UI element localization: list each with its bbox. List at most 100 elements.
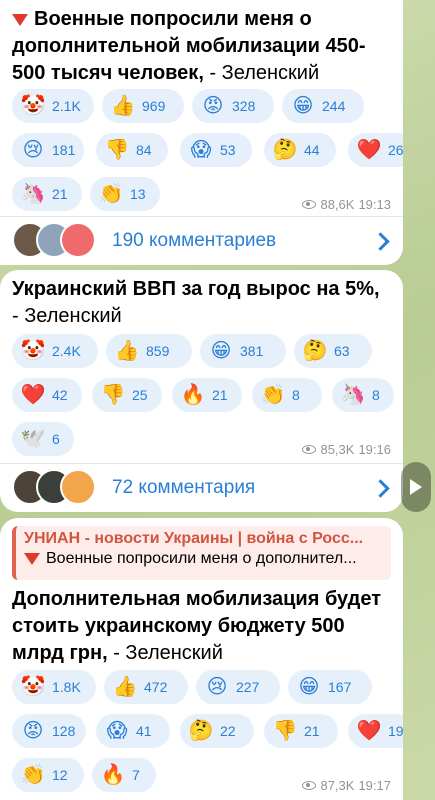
reaction-button[interactable]: 👎 21 [264, 714, 338, 748]
reaction-button[interactable]: ❤️ 26 [348, 133, 403, 167]
crying-face-icon: 😢 [22, 139, 44, 161]
thumbs-up-icon: 👍 [110, 95, 136, 117]
channel-post[interactable]: Украинский ВВП за год вырос на 5%, - Зел… [0, 270, 403, 512]
thinking-face-icon: 🤔 [272, 139, 298, 161]
reaction-button[interactable]: 👎 25 [92, 378, 162, 412]
clapping-hands-icon: 👏 [260, 384, 286, 406]
reaction-button[interactable]: 😁 244 [282, 89, 364, 123]
dove-icon: 🕊️ [20, 428, 46, 450]
reaction-button[interactable]: 🤔 63 [294, 334, 372, 368]
share-button[interactable] [401, 462, 431, 512]
reaction-button[interactable]: 😁 381 [200, 334, 286, 368]
reaction-button[interactable]: ❤️ 42 [12, 378, 82, 412]
clown-icon: 🤡 [20, 340, 46, 362]
heart-icon: ❤️ [356, 139, 382, 161]
post-meta: 88,6K 19:13 [302, 197, 391, 212]
reaction-button[interactable]: 🔥 7 [92, 758, 156, 792]
post-author: - Зеленский [203, 62, 320, 84]
reaction-button[interactable]: 👍 969 [102, 89, 184, 123]
reaction-button[interactable]: 🤡 2.1K [12, 89, 94, 123]
comments-button[interactable]: 190 комментариев [0, 216, 403, 265]
red-down-triangle-icon [12, 13, 28, 26]
unicorn-icon: 🦄 [20, 183, 46, 205]
post-text: Дополнительная мобилизация будет стоить … [12, 586, 391, 667]
reaction-button[interactable]: 👍 472 [104, 670, 188, 704]
eye-icon [302, 445, 317, 454]
forwarded-quote[interactable]: УНИАН - новости Украины | война с Росс..… [12, 526, 391, 580]
post-meta: 87,3K 19:17 [302, 778, 391, 793]
channel-post[interactable]: Военные попросили меня о дополнительной … [0, 0, 403, 265]
channel-post[interactable]: УНИАН - новости Украины | война с Росс..… [0, 518, 403, 800]
post-meta: 85,3K 19:16 [302, 442, 391, 457]
reaction-button[interactable]: 🦄 8 [332, 378, 394, 412]
post-text: Украинский ВВП за год вырос на 5%, - Зел… [12, 276, 391, 330]
comments-button[interactable]: 72 комментария [0, 463, 403, 512]
reaction-button[interactable]: 🤔 44 [264, 133, 336, 167]
fire-icon: 🔥 [180, 384, 206, 406]
view-count: 87,3K [320, 778, 355, 793]
reaction-button[interactable]: 😱 41 [96, 714, 170, 748]
view-count: 85,3K [320, 442, 355, 457]
chevron-right-icon [371, 478, 390, 498]
screaming-face-icon: 😱 [106, 720, 128, 742]
post-text: Военные попросили меня о дополнительной … [12, 6, 391, 87]
thinking-face-icon: 🤔 [188, 720, 214, 742]
reaction-button[interactable]: 🤡 2.4K [12, 334, 98, 368]
reaction-button[interactable]: 👏 13 [90, 177, 160, 211]
post-author: - Зеленский [107, 642, 223, 664]
commenter-avatars [12, 469, 102, 507]
thumbs-up-icon: 👍 [114, 340, 140, 362]
screaming-face-icon: 😱 [190, 139, 212, 161]
eye-icon [302, 200, 317, 209]
post-time: 19:17 [358, 778, 391, 793]
chevron-right-icon [371, 231, 390, 251]
clown-icon: 🤡 [20, 676, 46, 698]
view-count: 88,6K [320, 197, 355, 212]
reaction-button[interactable]: 👎 84 [96, 133, 168, 167]
unicorn-icon: 🦄 [340, 384, 366, 406]
grinning-face-icon: 😁 [210, 340, 232, 362]
post-time: 19:16 [358, 442, 391, 457]
commenter-avatars [12, 222, 102, 260]
reaction-button[interactable]: 🕊️ 6 [12, 422, 74, 456]
comments-count: 190 комментариев [112, 230, 277, 251]
post-headline: Украинский ВВП за год вырос на 5%, [12, 278, 380, 300]
forward-quote-text: Военные попросили меня о дополнител... [24, 550, 383, 568]
grinning-face-icon: 😁 [298, 676, 320, 698]
reaction-button[interactable]: 🤡 1.8K [12, 670, 96, 704]
angry-face-icon: 😡 [202, 95, 224, 117]
clapping-hands-icon: 👏 [98, 183, 124, 205]
grinning-face-icon: 😁 [292, 95, 314, 117]
reaction-button[interactable]: 🔥 21 [172, 378, 242, 412]
reaction-button[interactable]: 😱 53 [180, 133, 252, 167]
heart-icon: ❤️ [20, 384, 46, 406]
reaction-button[interactable]: 😢 181 [12, 133, 84, 167]
thinking-face-icon: 🤔 [302, 340, 328, 362]
thumbs-up-icon: 👍 [112, 676, 138, 698]
forward-arrow-icon [410, 479, 422, 495]
reaction-button[interactable]: 👏 8 [252, 378, 322, 412]
reaction-button[interactable]: ❤️ 19 [348, 714, 403, 748]
avatar [60, 469, 96, 505]
forward-channel-name: УНИАН - новости Украины | война с Росс..… [24, 530, 364, 547]
thumbs-down-icon: 👎 [104, 139, 130, 161]
reaction-button[interactable]: 🤔 22 [180, 714, 254, 748]
clown-icon: 🤡 [20, 95, 46, 117]
reaction-button[interactable]: 😁 167 [288, 670, 372, 704]
fire-icon: 🔥 [100, 764, 126, 786]
thumbs-down-icon: 👎 [100, 384, 126, 406]
red-down-triangle-icon [24, 552, 40, 565]
post-author: - Зеленский [12, 305, 122, 327]
thumbs-down-icon: 👎 [272, 720, 298, 742]
heart-icon: ❤️ [356, 720, 382, 742]
reaction-button[interactable]: 😡 328 [192, 89, 274, 123]
reaction-button[interactable]: 👏 12 [12, 758, 84, 792]
reaction-button[interactable]: 😢 227 [196, 670, 280, 704]
post-time: 19:13 [358, 197, 391, 212]
reaction-button[interactable]: 👍 859 [106, 334, 192, 368]
reaction-button[interactable]: 🦄 21 [12, 177, 82, 211]
eye-icon [302, 781, 317, 790]
avatar [60, 222, 96, 258]
clapping-hands-icon: 👏 [20, 764, 46, 786]
reaction-button[interactable]: 😡 128 [12, 714, 86, 748]
